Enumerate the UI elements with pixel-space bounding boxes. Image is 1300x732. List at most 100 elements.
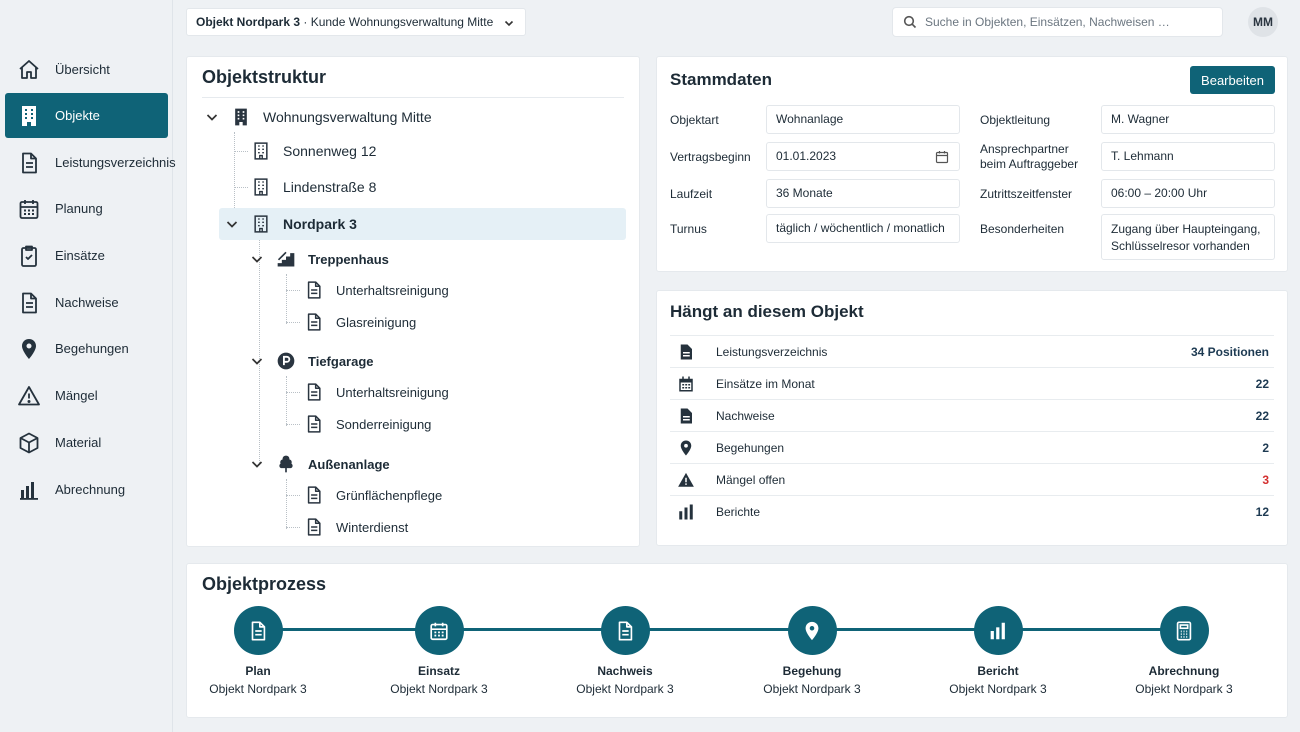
sidebar-item-begehungen[interactable]: Begehungen — [5, 326, 168, 371]
location-pin-icon — [805, 621, 819, 640]
process-step-button[interactable] — [973, 606, 1023, 655]
edit-button[interactable]: Bearbeiten — [1190, 66, 1275, 94]
field-besonderheiten[interactable]: Zugang über Haupteingang, Schlüsselresor… — [1101, 214, 1275, 260]
process-step-bericht: Bericht Objekt Nordpark 3 — [938, 606, 1058, 696]
sidebar-item-label: Übersicht — [55, 62, 110, 77]
tree-node-service[interactable]: Unterhaltsreinigung — [304, 275, 449, 305]
avatar[interactable]: MM — [1248, 7, 1278, 37]
field-objektart[interactable]: Wohnanlage — [766, 105, 960, 134]
tree-node-object[interactable]: Sonnenweg 12 — [251, 136, 376, 166]
sidebar-item-leistungsverzeichnis[interactable]: Leistungsverzeichnis — [5, 140, 176, 185]
tree-node-service[interactable]: Glasreinigung — [304, 307, 416, 337]
chevron-down-icon[interactable] — [225, 217, 239, 231]
process-step-button[interactable] — [414, 606, 464, 655]
search-input[interactable] — [925, 15, 1210, 29]
sidebar-item-einsaetze[interactable]: Einsätze — [5, 233, 168, 278]
tree-node-service[interactable]: Grünflächenpflege — [304, 480, 442, 510]
tree-node-label: Lindenstraße 8 — [283, 179, 377, 195]
relation-label: Leistungsverzeichnis — [716, 344, 828, 359]
process-step-subtitle: Objekt Nordpark 3 — [949, 682, 1047, 696]
tree-node-label: Unterhaltsreinigung — [336, 384, 449, 400]
field-label-objektleitung: Objektleitung — [980, 113, 1051, 127]
calendar-icon[interactable] — [935, 150, 949, 164]
tree-node-service[interactable]: Sonderreinigung — [304, 409, 431, 439]
tree-node-label: Tiefgarage — [308, 353, 374, 369]
process-step-subtitle: Objekt Nordpark 3 — [763, 682, 861, 696]
tree-node-area[interactable]: Außenanlage — [250, 449, 390, 479]
tree-node-label: Wohnungsverwaltung Mitte — [263, 109, 432, 125]
relation-count: 22 — [1255, 408, 1269, 423]
process-step-title: Begehung — [782, 664, 842, 678]
divider — [202, 97, 624, 98]
process-step-button[interactable] — [1159, 606, 1209, 655]
tree-node-label: Glasreinigung — [336, 314, 417, 330]
sidebar-item-material[interactable]: Material — [5, 420, 168, 465]
process-step-button[interactable] — [233, 606, 283, 655]
relation-row-nachweise[interactable]: Nachweise 22 — [670, 399, 1274, 431]
field-vertragsbeginn[interactable]: 01.01.2023 — [766, 142, 960, 171]
sidebar-item-abrechnung[interactable]: Abrechnung — [5, 467, 168, 512]
tree-node-label: Grünflächenpflege — [336, 487, 443, 503]
tree-connector — [286, 495, 300, 496]
field-turnus[interactable]: täglich / wöchentlich / monatlich — [766, 214, 960, 243]
process-step-einsatz: Einsatz Objekt Nordpark 3 — [379, 606, 499, 696]
relation-row-einsaetze[interactable]: Einsätze im Monat 22 — [670, 367, 1274, 399]
chevron-down-icon[interactable] — [205, 110, 219, 124]
tree-node-object[interactable]: Lindenstraße 8 — [251, 172, 376, 202]
relation-row-leistungsverzeichnis[interactable]: Leistungsverzeichnis 34 Positionen — [670, 335, 1274, 367]
tree-node-area[interactable]: Tiefgarage — [250, 346, 374, 376]
chevron-down-icon[interactable] — [250, 252, 264, 266]
relation-row-maengel[interactable]: Mängel offen 3 — [670, 463, 1274, 495]
tree-connector — [286, 479, 287, 529]
tree-node-service[interactable]: Unterhaltsreinigung — [304, 377, 449, 407]
relation-label: Begehungen — [716, 440, 785, 455]
field-laufzeit[interactable]: 36 Monate — [766, 179, 960, 208]
building-icon — [254, 178, 268, 196]
field-ansprechpartner[interactable]: T. Lehmann — [1101, 142, 1275, 171]
sidebar-item-label: Objekte — [55, 108, 100, 123]
field-objektleitung[interactable]: M. Wagner — [1101, 105, 1275, 134]
process-step-title: Abrechnung — [1148, 664, 1220, 678]
sidebar-item-label: Abrechnung — [55, 482, 126, 497]
relation-label: Mängel offen — [716, 472, 786, 487]
tree-node-area[interactable]: Treppenhaus — [250, 244, 389, 274]
tree-node-root[interactable]: Wohnungsverwaltung Mitte — [205, 102, 432, 132]
tree-node-label: Unterhaltsreinigung — [336, 282, 449, 298]
field-label-vertragsbeginn: Vertragsbeginn — [670, 150, 751, 164]
tree-node-label: Nordpark 3 — [283, 216, 357, 232]
stammdaten-title: Stammdaten — [670, 70, 773, 89]
tree-connector — [234, 151, 248, 152]
field-label-turnus: Turnus — [670, 222, 707, 236]
sidebar-item-nachweise[interactable]: Nachweise — [5, 280, 168, 325]
sidebar-item-objekte[interactable]: Objekte — [5, 93, 168, 138]
relation-row-berichte[interactable]: Berichte 12 — [670, 495, 1274, 527]
tree-node-service[interactable]: Winterdienst — [304, 512, 408, 542]
location-pin-icon — [680, 440, 692, 455]
sidebar-item-label: Einsätze — [55, 248, 105, 263]
sidebar-item-planung[interactable]: Planung — [5, 186, 168, 231]
chevron-down-icon[interactable] — [250, 457, 264, 471]
tree-node-label: Winterdienst — [336, 519, 409, 535]
process-step-button[interactable] — [600, 606, 650, 655]
field-zutrittszeitfenster[interactable]: 06:00 – 20:00 Uhr — [1101, 179, 1275, 208]
clipboard-icon — [21, 245, 37, 267]
sidebar-item-maengel[interactable]: Mängel — [5, 373, 168, 418]
object-select[interactable]: Objekt Nordpark 3 · Kunde Wohnungsverwal… — [186, 8, 526, 36]
document-icon — [307, 518, 321, 536]
tree-icon — [279, 455, 293, 473]
tree-connector — [286, 376, 287, 426]
relation-row-begehungen[interactable]: Begehungen 2 — [670, 431, 1274, 463]
building-icon — [254, 215, 268, 233]
field-label-ansprechpartner: Ansprechpartner beim Auftraggeber — [980, 142, 1079, 171]
objektprozess-title: Objektprozess — [202, 574, 327, 594]
field-value: 01.01.2023 — [776, 149, 837, 163]
sidebar-item-uebersicht[interactable]: Übersicht — [5, 47, 168, 92]
tree-node-object-selected[interactable]: Nordpark 3 — [225, 209, 357, 239]
objektprozess-card — [186, 563, 1288, 718]
chevron-down-icon[interactable] — [250, 354, 264, 368]
tree-connector — [234, 132, 235, 214]
building-icon — [254, 142, 268, 160]
relation-count: 12 — [1255, 504, 1269, 519]
tree-connector — [286, 424, 300, 425]
process-step-button[interactable] — [787, 606, 837, 655]
